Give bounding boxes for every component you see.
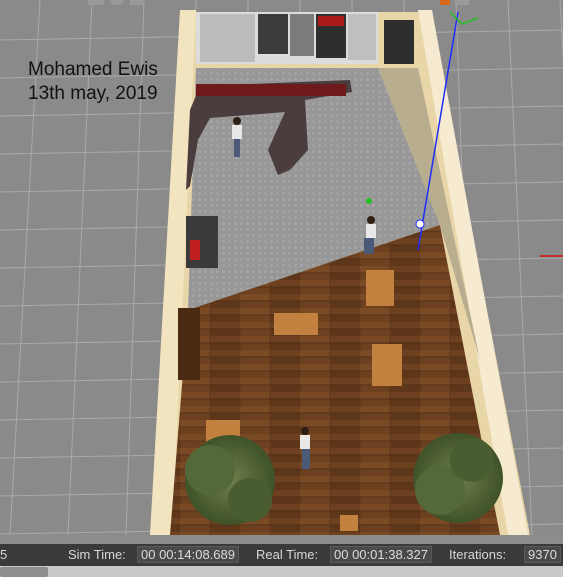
light-tool-icon[interactable]	[440, 0, 450, 5]
caption-date: 13th may, 2019	[28, 83, 158, 104]
status-bar: 5 Sim Time: 00 00:14:08.689 Real Time: 0…	[0, 544, 563, 566]
tree-right	[413, 433, 503, 523]
green-marker	[366, 198, 372, 204]
left-shelf	[178, 308, 200, 380]
shelf	[290, 14, 314, 56]
oven	[258, 14, 288, 54]
vending-light	[190, 240, 200, 260]
3d-viewport[interactable]: Mohamed Ewis 13th may, 2019	[0, 0, 563, 535]
table-2	[274, 313, 318, 335]
tree-left	[185, 435, 275, 525]
table-3	[372, 344, 402, 386]
bar-top	[196, 84, 346, 96]
horizontal-scrollbar[interactable]	[0, 566, 563, 577]
fridge	[200, 14, 255, 62]
table-5	[340, 515, 358, 531]
light-marker[interactable]	[415, 219, 425, 229]
sphere-tool-icon[interactable]	[110, 0, 124, 5]
appliance-panel	[318, 16, 344, 26]
iterations-label: Iterations:	[449, 547, 507, 562]
caption-overlay: Mohamed Ewis 13th may, 2019	[28, 58, 158, 106]
top-toolbar-edge	[0, 0, 563, 6]
real-time-value: 00 00:01:38.327	[330, 546, 432, 563]
sim-time-value: 00 00:14:08.689	[137, 546, 239, 563]
real-time-label: Real Time:	[256, 547, 319, 562]
doorway	[384, 20, 414, 64]
iterations-value: 9370	[524, 546, 561, 563]
status-left-fragment: 5	[0, 547, 8, 562]
sim-time-label: Sim Time:	[68, 547, 126, 562]
cabinet	[348, 14, 376, 60]
box-tool-icon[interactable]	[88, 0, 104, 5]
cylinder-tool-icon[interactable]	[130, 0, 144, 5]
scrollbar-thumb[interactable]	[0, 567, 48, 577]
author-name: Mohamed Ewis	[28, 59, 158, 80]
table-1	[366, 270, 394, 306]
screenshot-tool-icon[interactable]	[455, 0, 469, 5]
